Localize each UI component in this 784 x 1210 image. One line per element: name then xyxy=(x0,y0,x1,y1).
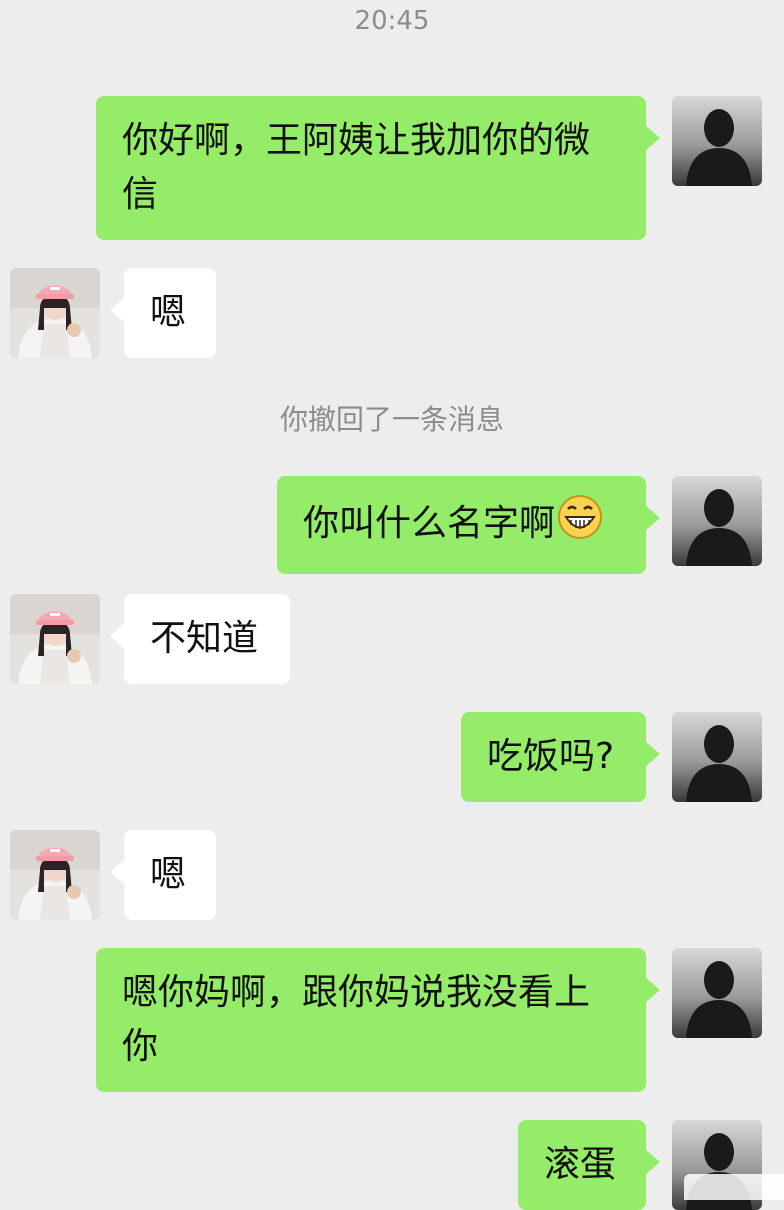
contact-avatar[interactable] xyxy=(10,594,100,684)
grin-emoji-icon xyxy=(557,494,603,556)
silhouette-icon xyxy=(672,476,762,566)
girl-photo-icon xyxy=(10,268,100,358)
chat-bubble-received[interactable]: 嗯 xyxy=(110,268,216,358)
watermark-overlay xyxy=(684,1174,784,1200)
contact-avatar[interactable] xyxy=(10,830,100,920)
message-timestamp: 20:45 xyxy=(354,6,430,36)
self-avatar[interactable] xyxy=(672,948,762,1038)
girl-photo-icon xyxy=(10,830,100,920)
recall-notice: 你撤回了一条消息 xyxy=(279,403,504,436)
chat-bubble-received[interactable]: 嗯 xyxy=(110,830,216,920)
chat-bubble-sent[interactable]: 嗯你妈啊，跟你妈说我没看上你 xyxy=(96,948,660,1092)
self-avatar[interactable] xyxy=(672,712,762,802)
self-avatar[interactable] xyxy=(672,96,762,186)
silhouette-icon xyxy=(672,948,762,1038)
self-avatar[interactable] xyxy=(672,476,762,566)
message-text: 你好啊，王阿姨让我加你的微信 xyxy=(122,120,591,215)
message-text: 吃饭吗? xyxy=(487,736,615,777)
silhouette-icon xyxy=(672,96,762,186)
girl-photo-icon xyxy=(10,594,100,684)
chat-bubble-sent[interactable]: 你好啊，王阿姨让我加你的微信 xyxy=(96,96,660,240)
chat-bubble-received[interactable]: 不知道 xyxy=(110,594,290,684)
chat-bubble-sent[interactable]: 滚蛋 xyxy=(518,1120,660,1210)
message-text: 不知道 xyxy=(150,618,259,659)
contact-avatar[interactable] xyxy=(10,268,100,358)
chat-bubble-sent[interactable]: 吃饭吗? xyxy=(461,712,660,802)
message-text: 嗯你妈啊，跟你妈说我没看上你 xyxy=(122,972,591,1067)
silhouette-icon xyxy=(672,712,762,802)
chat-bubble-sent[interactable]: 你叫什么名字啊 xyxy=(277,476,660,574)
message-text: 你叫什么名字啊 xyxy=(303,503,556,544)
message-text: 嗯 xyxy=(150,292,187,333)
message-text: 嗯 xyxy=(150,854,187,895)
message-text: 滚蛋 xyxy=(544,1144,617,1185)
